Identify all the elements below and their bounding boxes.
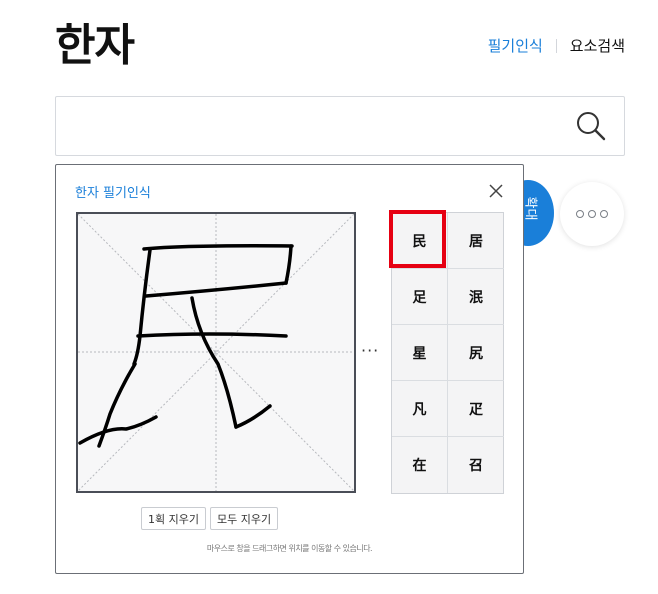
- more-candidates-button[interactable]: ···: [361, 341, 379, 360]
- handwriting-panel[interactable]: 한자 필기인식 ··· 民 居 足 泯 星 尻 凡 疋 在 召 1획 지우기 모…: [55, 164, 524, 574]
- search-input[interactable]: [55, 96, 625, 156]
- candidate-item[interactable]: 凡: [392, 381, 448, 437]
- undo-stroke-button[interactable]: 1획 지우기: [141, 507, 206, 530]
- handwriting-link[interactable]: 필기인식: [488, 35, 543, 56]
- header-links: 필기인식 요소검색: [488, 35, 625, 56]
- selected-candidate-highlight: [389, 210, 446, 268]
- drag-hint-text: 마우스로 창을 드래그하면 위치를 이동할 수 있습니다.: [206, 544, 373, 553]
- search-icon[interactable]: [575, 110, 607, 142]
- candidate-item[interactable]: 泯: [448, 269, 504, 325]
- candidate-item[interactable]: 星: [392, 325, 448, 381]
- more-dot-icon: [588, 210, 596, 218]
- candidate-item[interactable]: 足: [392, 269, 448, 325]
- radical-search-link[interactable]: 요소검색: [570, 35, 625, 56]
- page-title: 한자: [55, 20, 135, 71]
- close-icon[interactable]: [487, 182, 505, 200]
- erase-buttons: 1획 지우기 모두 지우기: [141, 507, 279, 530]
- clear-all-button[interactable]: 모두 지우기: [209, 507, 279, 530]
- candidate-item[interactable]: 召: [448, 437, 504, 493]
- candidate-item[interactable]: 在: [392, 437, 448, 493]
- expand-button-label: 확대: [522, 196, 538, 221]
- panel-title: 한자 필기인식: [75, 186, 151, 201]
- more-options-button[interactable]: [560, 182, 624, 246]
- candidate-item[interactable]: 居: [448, 213, 504, 269]
- link-divider: [555, 38, 557, 53]
- drawing-canvas[interactable]: [76, 212, 356, 493]
- more-dot-icon: [600, 210, 608, 218]
- more-dot-icon: [576, 210, 584, 218]
- candidate-item[interactable]: 尻: [448, 325, 504, 381]
- candidate-item[interactable]: 疋: [448, 381, 504, 437]
